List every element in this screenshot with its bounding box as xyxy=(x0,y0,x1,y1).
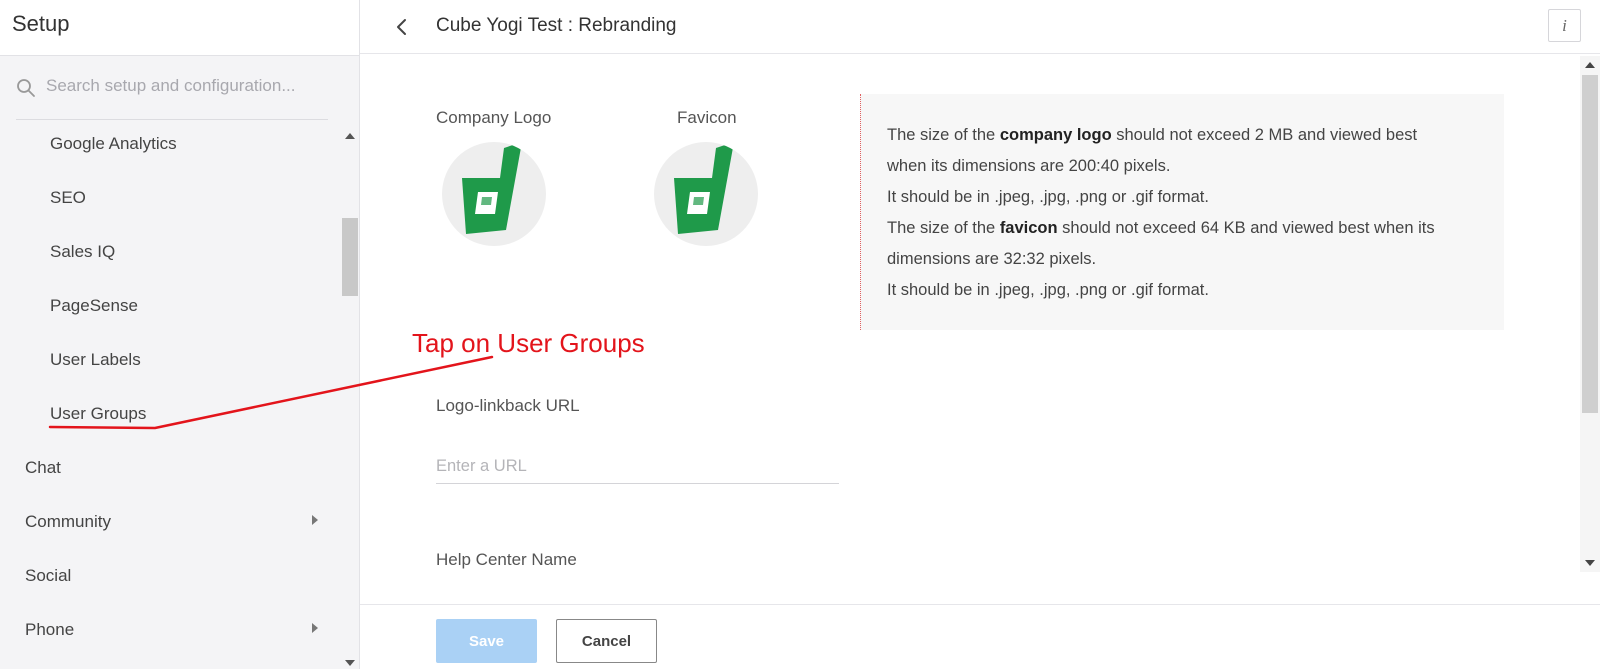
sidebar-scrollbar-thumb[interactable] xyxy=(342,218,358,296)
green-d-logo-icon xyxy=(462,142,522,234)
info-line: It should be in .jpeg, .jpg, .png or .gi… xyxy=(887,281,1209,299)
search-input[interactable] xyxy=(46,76,326,96)
sidebar-item-chat[interactable]: Chat xyxy=(25,458,61,478)
company-logo-label: Company Logo xyxy=(436,108,552,127)
info-line: dimensions are 32:32 pixels. xyxy=(887,250,1097,268)
sidebar-item-sales-iq[interactable]: Sales IQ xyxy=(50,242,115,262)
search-box[interactable] xyxy=(16,76,328,120)
logo-linkback-url-label: Logo-linkback URL xyxy=(436,396,580,415)
sidebar-title: Setup xyxy=(12,11,70,36)
sidebar-item-pagesense[interactable]: PageSense xyxy=(50,296,138,316)
page-title: Cube Yogi Test : Rebranding xyxy=(436,15,677,36)
scroll-down-icon[interactable] xyxy=(345,660,355,666)
info-line: when its dimensions are 200:40 pixels. xyxy=(887,157,1171,175)
sidebar-item-social[interactable]: Social xyxy=(25,566,71,586)
green-d-logo-icon xyxy=(674,142,734,234)
scroll-down-icon[interactable] xyxy=(1585,560,1595,566)
save-button[interactable]: Save xyxy=(436,619,537,663)
sidebar-item-user-labels[interactable]: User Labels xyxy=(50,350,141,370)
chevron-right-icon xyxy=(312,623,318,633)
sidebar-item-google-analytics[interactable]: Google Analytics xyxy=(50,134,177,154)
sidebar-item-phone[interactable]: Phone xyxy=(25,620,74,640)
sidebar-header: Setup xyxy=(0,0,359,56)
logo-linkback-url-input[interactable] xyxy=(436,450,839,484)
sidebar-item-user-groups[interactable]: User Groups xyxy=(50,404,146,424)
info-line: The size of the favicon should not excee… xyxy=(887,219,1435,237)
sidebar-item-community[interactable]: Community xyxy=(25,512,111,532)
scroll-up-icon[interactable] xyxy=(1585,62,1595,68)
help-center-name-label: Help Center Name xyxy=(436,550,577,569)
cancel-button[interactable]: Cancel xyxy=(556,619,657,663)
logo-guidelines-panel: The size of the company logo should not … xyxy=(860,94,1504,330)
company-logo-image[interactable] xyxy=(442,142,546,246)
info-icon[interactable]: i xyxy=(1548,9,1581,42)
info-line: The size of the company logo should not … xyxy=(887,126,1418,144)
annotation-text: Tap on User Groups xyxy=(412,328,645,358)
main-scrollbar-thumb[interactable] xyxy=(1582,75,1598,413)
sidebar-item-seo[interactable]: SEO xyxy=(50,188,86,208)
favicon-label: Favicon xyxy=(677,108,737,127)
sidebar: Setup Google Analytics SEO Sales IQ Page… xyxy=(0,0,360,669)
search-icon xyxy=(17,79,35,97)
form-footer xyxy=(360,604,1600,669)
sidebar-scrollbar[interactable] xyxy=(340,128,359,669)
favicon-image[interactable] xyxy=(654,142,758,246)
scroll-up-icon[interactable] xyxy=(345,133,355,139)
info-line: It should be in .jpeg, .jpg, .png or .gi… xyxy=(887,188,1209,206)
back-arrow-icon[interactable] xyxy=(392,16,412,38)
chevron-right-icon xyxy=(312,515,318,525)
